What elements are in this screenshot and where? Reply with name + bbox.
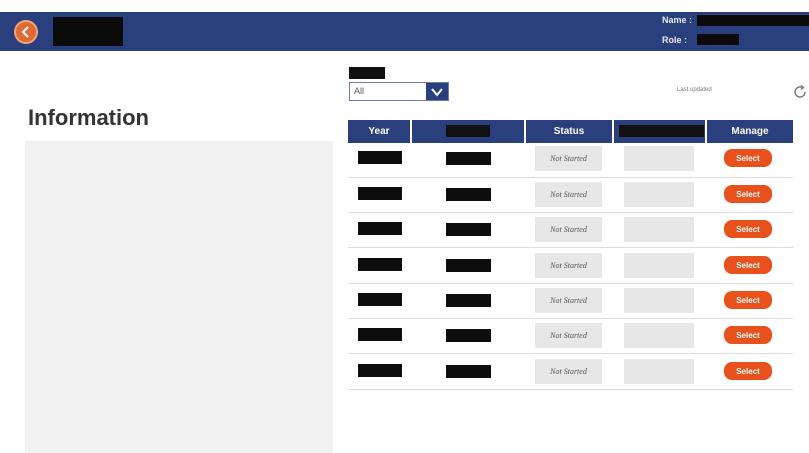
user-role-redacted [697, 34, 739, 45]
select-button[interactable]: Select [724, 220, 772, 238]
status-cell: Not Started [535, 217, 602, 242]
col2-cell-redacted [446, 152, 491, 165]
table-row: Not Started Select [348, 212, 793, 247]
year-cell-redacted [358, 364, 402, 377]
table-row: Not Started Select [348, 248, 793, 283]
empty-cell [624, 288, 694, 313]
refresh-icon[interactable] [792, 84, 808, 100]
last-updated-text: Last updated [677, 87, 712, 93]
table-row: Not Started Select [348, 318, 793, 353]
status-cell: Not Started [535, 146, 602, 171]
year-cell-redacted [358, 222, 402, 235]
information-heading: Information [28, 105, 149, 130]
status-cell: Not Started [535, 182, 602, 207]
table-row: Not Started Select [348, 141, 793, 176]
chevron-down-icon [431, 87, 443, 97]
column-header-year: Year [368, 126, 390, 137]
column-header-manage: Manage [731, 126, 769, 137]
column-header-2-redacted [446, 125, 490, 137]
select-button[interactable]: Select [724, 149, 772, 167]
empty-cell [624, 146, 694, 171]
year-cell-redacted [358, 293, 402, 306]
col2-cell-redacted [446, 188, 491, 201]
user-name-redacted [697, 15, 809, 26]
empty-cell [624, 217, 694, 242]
status-cell: Not Started [535, 288, 602, 313]
dropdown-toggle[interactable] [426, 83, 448, 100]
filter-selected-value: All [354, 86, 365, 96]
column-header-4-redacted [619, 125, 704, 137]
status-cell: Not Started [535, 323, 602, 348]
back-button[interactable] [14, 20, 38, 44]
empty-cell [624, 182, 694, 207]
empty-cell [624, 323, 694, 348]
table-row: Not Started Select [348, 177, 793, 212]
app-title-redacted [53, 17, 123, 46]
year-cell-redacted [358, 328, 402, 341]
back-arrow-icon [21, 26, 29, 38]
status-cell: Not Started [535, 253, 602, 278]
select-button[interactable]: Select [724, 362, 772, 380]
col2-cell-redacted [446, 365, 491, 378]
select-button[interactable]: Select [724, 291, 772, 309]
table-row: Not Started Select [348, 283, 793, 318]
year-cell-redacted [358, 258, 402, 271]
table-header: Year Status Manage [348, 120, 793, 143]
year-cell-redacted [358, 151, 402, 164]
role-label: Role : [662, 35, 688, 45]
top-header: Name : Role : [0, 12, 809, 51]
year-cell-redacted [358, 187, 402, 200]
col2-cell-redacted [446, 223, 491, 236]
select-button[interactable]: Select [724, 185, 772, 203]
col2-cell-redacted [446, 329, 491, 342]
table-row: Not Started Select [348, 354, 793, 389]
select-button[interactable]: Select [724, 326, 772, 344]
information-panel [25, 141, 333, 453]
status-cell: Not Started [535, 359, 602, 384]
name-label: Name : [662, 15, 693, 25]
filter-label-redacted [349, 67, 385, 79]
select-button[interactable]: Select [724, 256, 772, 274]
empty-cell [624, 359, 694, 384]
column-header-status: Status [553, 126, 585, 137]
col2-cell-redacted [446, 294, 491, 307]
empty-cell [624, 253, 694, 278]
col2-cell-redacted [446, 259, 491, 272]
filter-dropdown[interactable]: All [349, 82, 449, 101]
